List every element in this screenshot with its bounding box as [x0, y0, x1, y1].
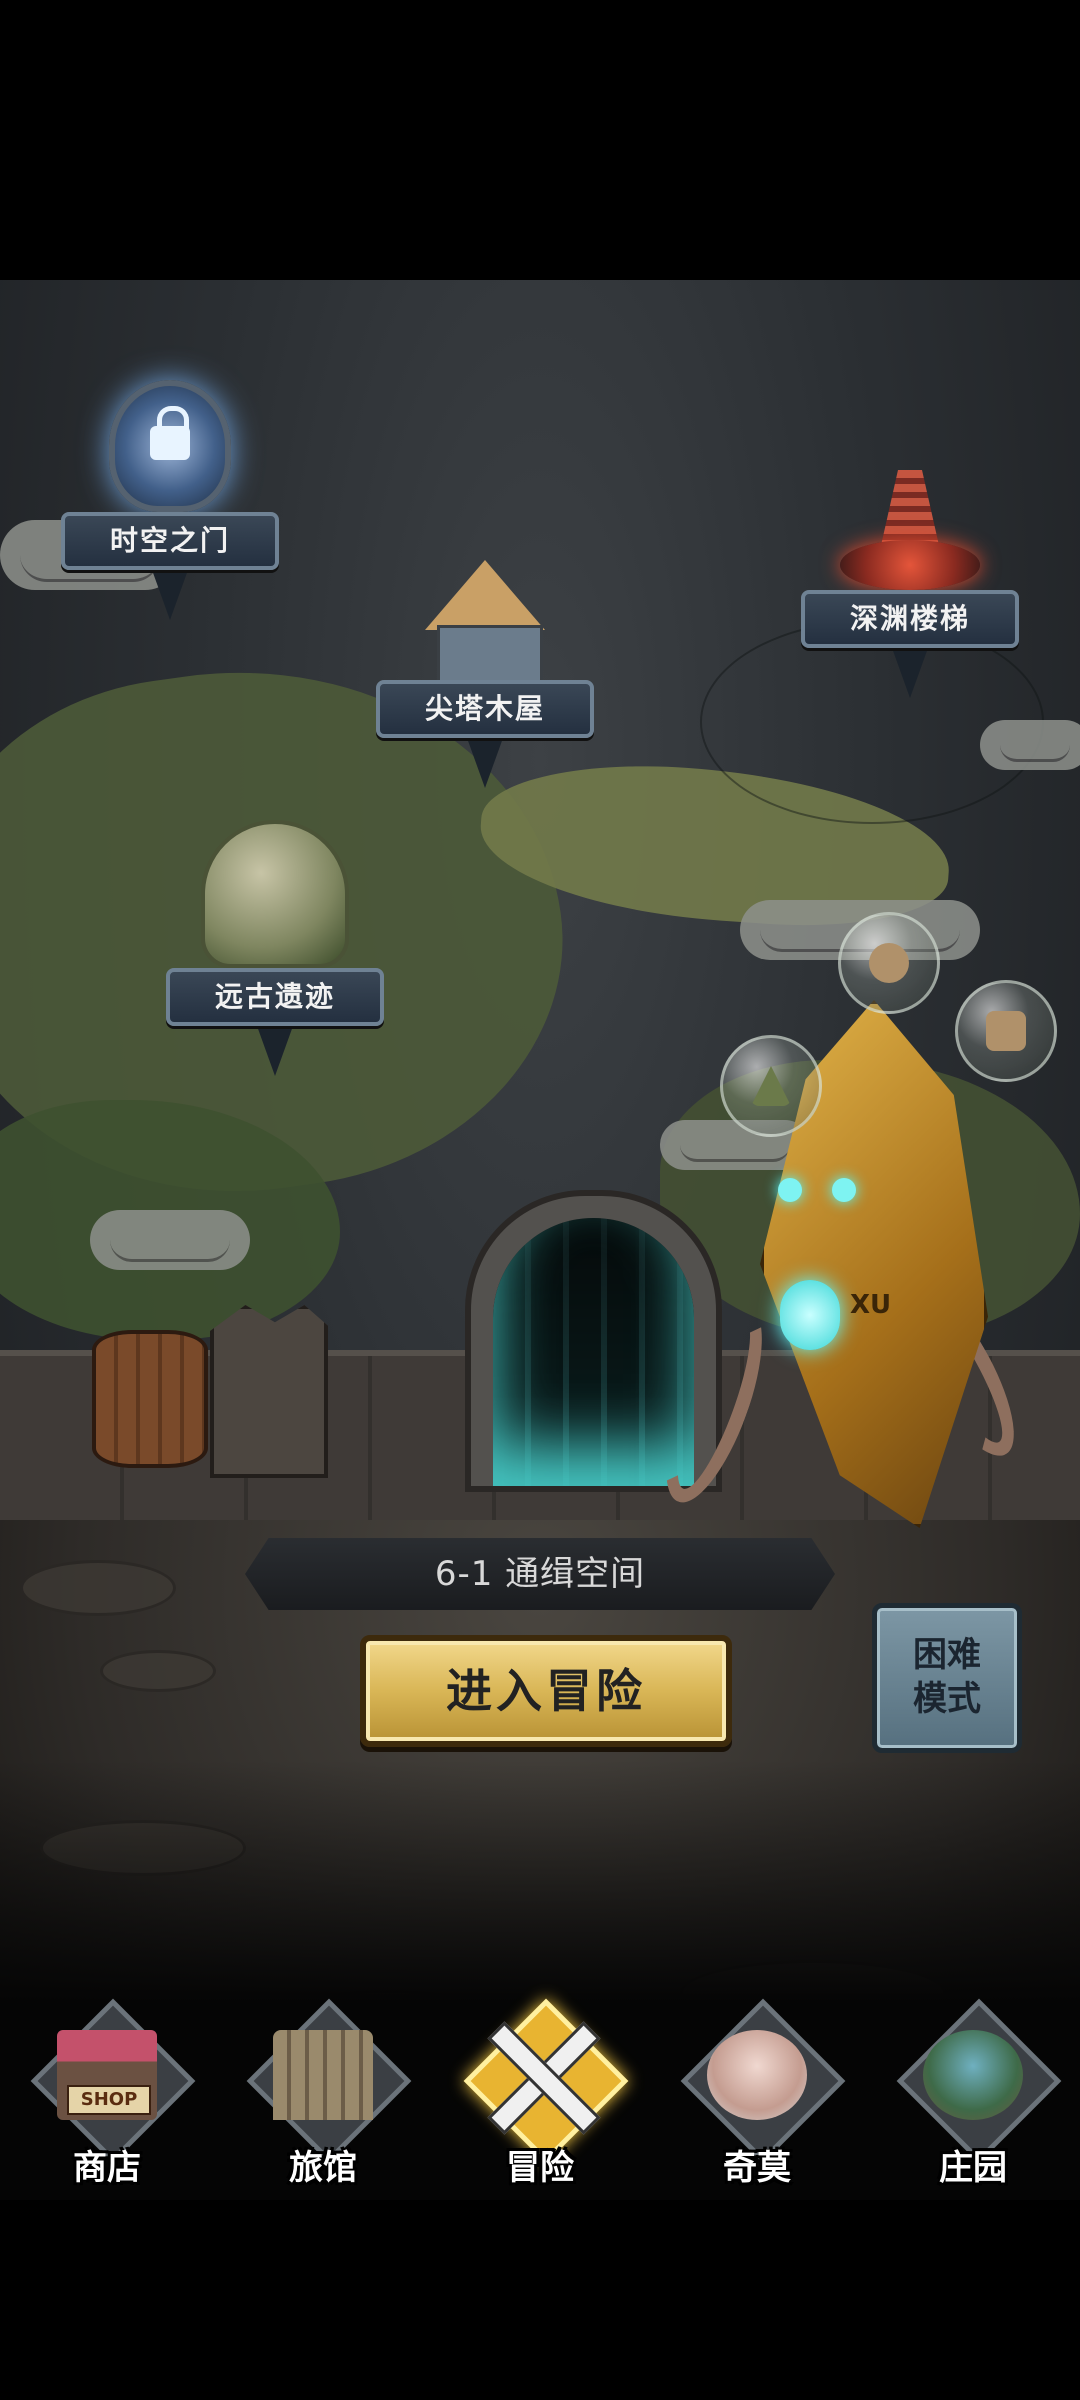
nav-shop[interactable]: SHOP 商店	[12, 1998, 202, 2200]
cloud	[980, 720, 1080, 770]
nav-label: 庄园	[939, 2148, 1007, 2188]
stage-title: 6-1 通缉空间	[434, 1554, 646, 1594]
stage-title-bar: 6-1 通缉空间	[245, 1538, 835, 1610]
lock-icon	[150, 406, 190, 460]
reward-bubble[interactable]	[720, 1035, 822, 1137]
inn-icon	[273, 2030, 373, 2120]
enter-adventure-button[interactable]: 进入冒险	[360, 1635, 732, 1747]
game-screen: 时空之门 深渊楼梯 尖塔木屋 远古遗迹 XU 6-1 通缉空间 进入冒险 困难模…	[0, 280, 1080, 2200]
nav-monsters[interactable]: 奇莫	[662, 1998, 852, 2200]
shop-icon: SHOP	[57, 2030, 157, 2120]
bottom-nav: SHOP 商店 旅馆 冒险 奇莫 庄园	[0, 1998, 1080, 2200]
boss-eye	[832, 1178, 856, 1202]
manor-icon	[923, 2030, 1023, 2120]
rubble-pillar	[210, 1305, 328, 1478]
nav-label: 冒险	[506, 2148, 574, 2188]
shop-sign: SHOP	[67, 2085, 151, 2115]
location-time-gate[interactable]: 时空之门	[50, 380, 290, 620]
location-ancient-ruins[interactable]: 远古遗迹	[155, 820, 395, 1076]
monster-icon	[707, 2030, 807, 2120]
reward-bubble[interactable]	[955, 980, 1057, 1082]
portal-icon	[109, 380, 231, 512]
nav-label: 商店	[73, 2148, 141, 2188]
hard-mode-label: 困难模式	[913, 1635, 981, 1719]
location-spire-cottage[interactable]: 尖塔木屋	[365, 560, 605, 788]
nav-label: 旅馆	[289, 2148, 357, 2188]
boss-eye	[778, 1178, 802, 1202]
map-pin-icon	[152, 570, 188, 620]
cottage-icon	[415, 560, 555, 686]
ruins-icon	[201, 820, 349, 968]
abyss-stairs-icon	[835, 470, 985, 590]
barrel	[92, 1330, 208, 1468]
orb-item-icon	[869, 943, 909, 983]
reward-bubble[interactable]	[838, 912, 940, 1014]
nav-manor[interactable]: 庄园	[878, 1998, 1068, 2200]
nav-inn[interactable]: 旅馆	[228, 1998, 418, 2200]
hard-mode-button[interactable]: 困难模式	[872, 1603, 1022, 1753]
location-label: 尖塔木屋	[376, 680, 594, 738]
cloud	[90, 1210, 250, 1270]
nav-label: 奇莫	[723, 2148, 791, 2188]
map-pin-icon	[467, 738, 503, 788]
boss-core	[780, 1280, 840, 1350]
nav-adventure[interactable]: 冒险	[445, 1998, 635, 2200]
map-pin-icon	[892, 648, 928, 698]
location-label: 深渊楼梯	[801, 590, 1019, 648]
location-label: 时空之门	[61, 512, 279, 570]
boss-mark: XU	[850, 1290, 892, 1320]
location-label: 远古遗迹	[166, 968, 384, 1026]
map-pin-icon	[257, 1026, 293, 1076]
crossed-swords-icon	[490, 2030, 590, 2120]
triangle-item-icon	[751, 1066, 791, 1106]
location-abyss-stairs[interactable]: 深渊楼梯	[790, 470, 1030, 698]
crate-item-icon	[986, 1011, 1026, 1051]
